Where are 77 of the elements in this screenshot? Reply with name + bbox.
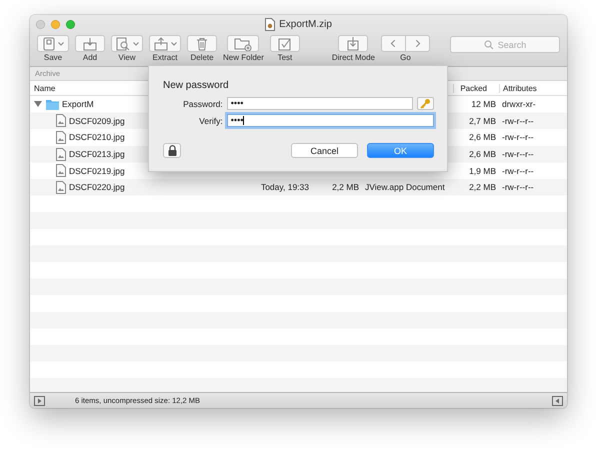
toolbar-label: Save xyxy=(44,53,62,62)
add-to-box-icon xyxy=(83,36,97,50)
size-cell: 2,2 MB xyxy=(332,182,359,192)
panel-toggle-icon[interactable] xyxy=(552,396,563,406)
zoom-button[interactable] xyxy=(66,20,75,29)
field-label: Password: xyxy=(182,98,223,108)
extract-box-icon xyxy=(154,36,168,50)
toolbar-button[interactable] xyxy=(187,35,217,52)
toolbar-label: Go xyxy=(400,53,411,62)
zip-file-icon xyxy=(265,18,276,30)
back-forward-control[interactable] xyxy=(381,35,430,52)
image-file-icon xyxy=(56,130,66,144)
window-title: ExportM.zip xyxy=(279,18,332,30)
column-header[interactable]: Attributes xyxy=(503,84,537,92)
key-icon xyxy=(420,98,432,109)
packed-size-cell: 12 MB xyxy=(471,99,496,110)
padlock-icon xyxy=(168,145,176,156)
packed-size-cell: 2,7 MB xyxy=(469,116,496,126)
caret-icon xyxy=(170,42,176,46)
archive-arrow-icon xyxy=(347,36,360,50)
toolbar-label: Direct Mode xyxy=(332,53,375,62)
image-file-icon xyxy=(56,148,66,161)
toolbar-label: New Folder xyxy=(223,53,264,62)
disclosure-triangle-icon[interactable] xyxy=(34,100,42,108)
kind-cell: JView.app Document xyxy=(365,182,445,192)
field-label: Verify: xyxy=(198,116,223,126)
file-name: DSCF0219.jpg xyxy=(69,166,125,176)
close-button[interactable] xyxy=(36,20,45,29)
file-name: DSCF0220.jpg xyxy=(69,182,125,192)
search-icon xyxy=(484,40,494,50)
attributes-cell: -rw-r--r-- xyxy=(502,166,534,176)
key-button[interactable] xyxy=(417,97,434,110)
attributes-cell: -rw-r--r-- xyxy=(502,116,534,126)
caret-icon xyxy=(132,42,138,46)
column-header[interactable]: Name xyxy=(34,84,56,92)
password-field[interactable]: •••• xyxy=(226,114,434,127)
toolbar-button[interactable] xyxy=(338,35,368,52)
date-cell: Today, 19:33 xyxy=(260,182,309,192)
attributes-cell: -rw-r--r-- xyxy=(502,182,534,192)
toolbar-button[interactable] xyxy=(227,35,260,52)
checkmark-box-icon xyxy=(278,36,292,50)
image-file-icon xyxy=(56,164,66,178)
packed-size-cell: 2,2 MB xyxy=(469,182,496,192)
toolbar-label: Delete xyxy=(190,53,214,62)
file-name: DSCF0213.jpg xyxy=(69,149,125,160)
file-name: DSCF0210.jpg xyxy=(69,132,125,142)
toolbar-button[interactable] xyxy=(75,35,105,52)
attributes-cell: drwxr-xr- xyxy=(502,99,536,110)
toolbar-label: View xyxy=(118,53,136,62)
toolbar-label: Test xyxy=(278,53,292,62)
trash-icon xyxy=(196,36,208,50)
packed-size-cell: 2,6 MB xyxy=(469,132,496,142)
toolbar-label: Extract xyxy=(152,53,178,62)
file-name: DSCF0209.jpg xyxy=(69,116,125,126)
lock-button[interactable] xyxy=(163,143,181,158)
magnifier-page-icon xyxy=(116,36,130,50)
toolbar-button[interactable] xyxy=(149,35,181,52)
sidebar-toggle-icon[interactable] xyxy=(34,396,45,406)
minimize-button[interactable] xyxy=(51,20,60,29)
folder-icon xyxy=(46,98,59,110)
toolbar-label: Add xyxy=(82,53,98,62)
packed-size-cell: 1,9 MB xyxy=(469,166,496,176)
packed-size-cell: 2,6 MB xyxy=(469,149,496,160)
dialog-button[interactable]: Cancel xyxy=(291,143,358,158)
caret-icon xyxy=(58,42,64,46)
password-field[interactable]: •••• xyxy=(226,97,414,110)
new-folder-icon xyxy=(234,36,252,50)
image-file-icon xyxy=(56,180,66,194)
toolbar-button[interactable] xyxy=(111,35,143,52)
image-file-icon xyxy=(56,114,66,128)
toolbar-button[interactable] xyxy=(270,35,300,52)
toolbar-button[interactable] xyxy=(37,35,69,52)
column-header[interactable]: Packed xyxy=(460,84,487,92)
file-name: ExportM xyxy=(62,99,94,110)
attributes-cell: -rw-r--r-- xyxy=(502,149,534,160)
attributes-cell: -rw-r--r-- xyxy=(502,132,534,142)
dialog-title: New password xyxy=(163,80,230,91)
